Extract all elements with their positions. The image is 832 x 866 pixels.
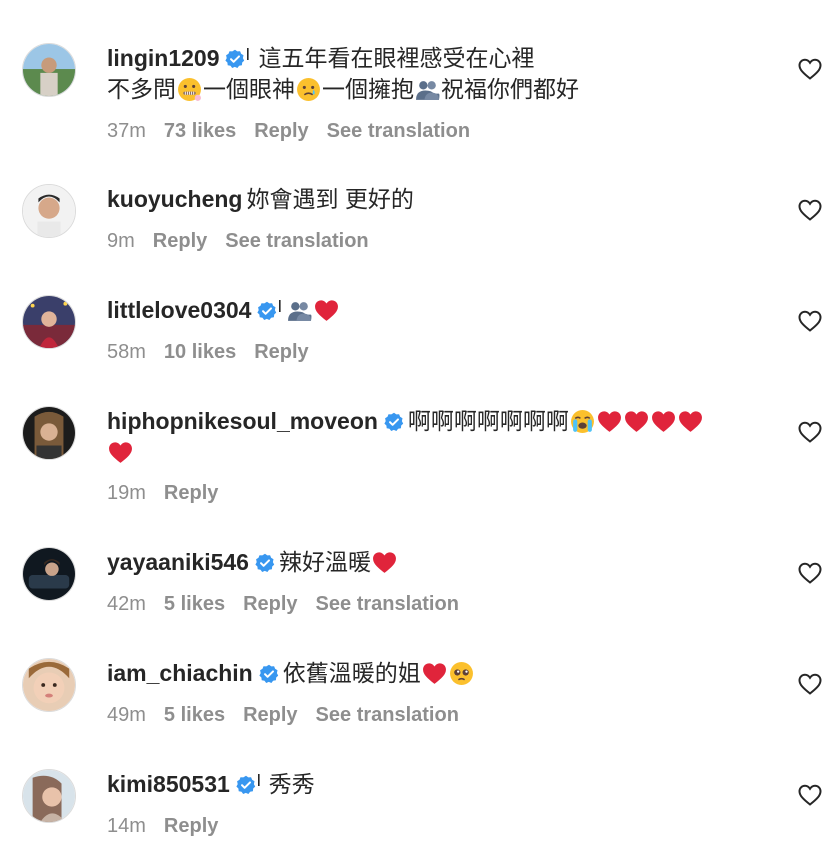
comment-line: lingin1209 這五年看在眼裡感受在心裡: [107, 43, 787, 74]
comment-text: 依舊溫暖的姐: [282, 660, 421, 686]
verified-badge-icon: [236, 775, 255, 794]
see-translation-button[interactable]: See translation: [225, 230, 368, 252]
see-translation-button[interactable]: See translation: [316, 593, 459, 615]
like-heart-icon[interactable]: [798, 421, 822, 443]
username[interactable]: iam_chiachin: [107, 660, 253, 686]
like-heart-icon[interactable]: [798, 199, 822, 221]
apostrophe-mark-icon: [247, 48, 250, 60]
reply-button[interactable]: Reply: [243, 593, 297, 615]
comment-time: 58m: [107, 341, 146, 363]
avatar[interactable]: [22, 658, 76, 712]
comment-meta: 42m 5 likes Reply See translation: [107, 592, 477, 616]
avatar[interactable]: [22, 43, 76, 97]
verified-badge-icon: [255, 553, 275, 572]
avatar[interactable]: [22, 769, 76, 823]
comment-line: hiphopnikesoul_moveon 啊啊啊啊啊啊啊: [107, 406, 787, 437]
red-heart-icon: [109, 442, 132, 463]
sad-tear-face-icon: [297, 78, 320, 101]
username[interactable]: yayaaniki546: [107, 549, 249, 575]
comment-line: kimi850531 秀秀: [107, 769, 787, 800]
comment-line: yayaaniki546 辣好溫暖: [107, 547, 787, 578]
comment-time: 19m: [107, 482, 146, 504]
avatar[interactable]: [22, 406, 76, 460]
comment-line: kuoyucheng 妳會遇到 更好的: [107, 184, 787, 215]
like-heart-icon[interactable]: [798, 562, 822, 584]
red-heart-icon: [422, 663, 446, 684]
comment-text: 秀秀: [268, 771, 315, 797]
comment-time: 14m: [107, 815, 146, 837]
comment-text: 一個擁抱: [322, 76, 414, 102]
people-hugging-icon: [288, 302, 312, 321]
likes-count[interactable]: 73 likes: [164, 120, 236, 142]
avatar[interactable]: [22, 547, 76, 601]
comment-text: 妳會遇到 更好的: [246, 186, 414, 212]
comment-meta: 49m 5 likes Reply See translation: [107, 703, 477, 727]
loudly-crying-face-icon: [570, 410, 594, 433]
username[interactable]: kimi850531: [107, 771, 230, 797]
red-heart-icon: [315, 300, 339, 321]
comment-meta: 37m 73 likes Reply See translation: [107, 119, 488, 143]
comment-time: 37m: [107, 120, 146, 142]
reply-button[interactable]: Reply: [164, 482, 218, 504]
comment-meta: 19m Reply: [107, 481, 236, 505]
red-heart-icon: [624, 411, 648, 432]
comment-text: 祝福你們都好: [441, 76, 579, 102]
likes-count[interactable]: 10 likes: [164, 341, 236, 363]
reply-button[interactable]: Reply: [254, 120, 308, 142]
comment-text: 啊啊啊啊啊啊啊: [407, 408, 569, 434]
comment-time: 42m: [107, 593, 146, 615]
red-heart-icon: [651, 411, 675, 432]
zipper-mouth-face-icon: [178, 78, 201, 101]
comment-meta: 14m Reply: [107, 814, 236, 838]
red-heart-icon: [372, 552, 396, 573]
like-heart-icon[interactable]: [798, 673, 822, 695]
verified-badge-icon: [259, 664, 278, 683]
comment-meta: 9m Reply See translation: [107, 229, 387, 253]
username[interactable]: kuoyucheng: [107, 186, 242, 212]
comment-meta: 58m 10 likes Reply: [107, 340, 327, 364]
reply-button[interactable]: Reply: [243, 704, 297, 726]
red-heart-icon: [597, 411, 621, 432]
reply-button[interactable]: Reply: [254, 341, 308, 363]
like-heart-icon[interactable]: [798, 310, 822, 332]
verified-badge-icon: [384, 412, 404, 431]
verified-badge-icon: [257, 301, 277, 320]
comment-text: 一個眼神: [203, 76, 295, 102]
avatar[interactable]: [22, 295, 76, 349]
likes-count[interactable]: 5 likes: [164, 704, 225, 726]
likes-count[interactable]: 5 likes: [164, 593, 225, 615]
reply-button[interactable]: Reply: [164, 815, 218, 837]
username[interactable]: littlelove0304: [107, 297, 251, 323]
username[interactable]: lingin1209: [107, 45, 219, 71]
comment-time: 49m: [107, 704, 146, 726]
comment-line: littlelove0304: [107, 295, 787, 326]
people-hugging-icon: [416, 81, 440, 100]
comment-text: 不多問: [107, 76, 176, 102]
comment-line: 不多問 一個眼神 一個擁抱 祝福你們都好: [107, 74, 787, 105]
comment-text: 這五年看在眼裡感受在心裡: [258, 45, 535, 71]
see-translation-button[interactable]: See translation: [316, 704, 459, 726]
like-heart-icon[interactable]: [798, 58, 822, 80]
comment-line: [107, 437, 787, 468]
comment-line: iam_chiachin 依舊溫暖的姐: [107, 658, 787, 689]
avatar[interactable]: [22, 184, 76, 238]
verified-badge-icon: [225, 49, 245, 68]
red-heart-icon: [678, 411, 702, 432]
reply-button[interactable]: Reply: [153, 230, 207, 252]
username[interactable]: hiphopnikesoul_moveon: [107, 408, 378, 434]
comment-time: 9m: [107, 230, 135, 252]
see-translation-button[interactable]: See translation: [327, 120, 470, 142]
pleading-face-icon: [449, 662, 473, 685]
apostrophe-mark-icon: [257, 774, 260, 786]
like-heart-icon[interactable]: [798, 784, 822, 806]
comment-text: 辣好溫暖: [278, 549, 371, 575]
apostrophe-mark-icon: [279, 300, 282, 312]
